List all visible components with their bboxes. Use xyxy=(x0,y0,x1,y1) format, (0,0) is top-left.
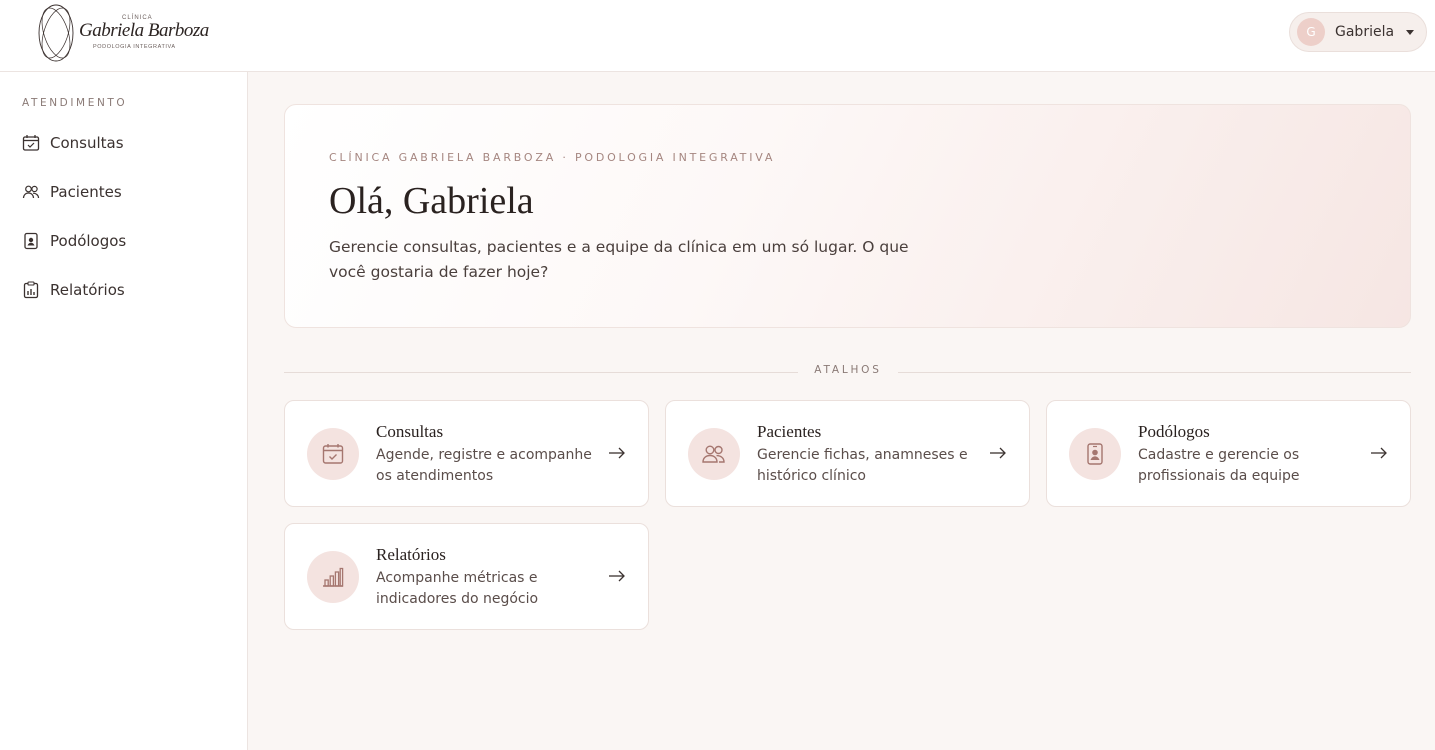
report-icon xyxy=(22,281,40,299)
users-icon xyxy=(22,183,40,201)
sidebar: ATENDIMENTO Consultas Pacientes Podólogo… xyxy=(0,72,248,750)
sidebar-item-label: Podólogos xyxy=(50,232,127,250)
id-badge-icon xyxy=(1087,443,1103,465)
user-name: Gabriela xyxy=(1335,24,1395,40)
shortcut-card-podologos[interactable]: Podólogos Cadastre e gerencie os profiss… xyxy=(1046,400,1411,507)
clinic-logo[interactable]: CLÍNICA Gabriela Barboza PODOLOGIA INTEG… xyxy=(36,2,209,64)
calendar-check-icon xyxy=(322,444,344,464)
shortcut-card-consultas[interactable]: Consultas Agende, registre e acompanhe o… xyxy=(284,400,649,507)
caret-down-icon xyxy=(1406,29,1415,35)
hero-kicker: CLÍNICA GABRIELA BARBOZA · PODOLOGIA INT… xyxy=(329,151,776,164)
logo-brand-text: Gabriela Barboza xyxy=(79,20,209,41)
arrow-right-icon xyxy=(608,568,626,584)
card-icon-badge xyxy=(688,428,740,480)
users-icon xyxy=(702,445,725,463)
main-content: CLÍNICA GABRIELA BARBOZA · PODOLOGIA INT… xyxy=(248,72,1435,750)
card-description: Agende, registre e acompanhe os atendime… xyxy=(376,447,592,484)
id-badge-icon xyxy=(22,232,40,250)
card-description: Acompanhe métricas e indicadores do negó… xyxy=(376,570,539,607)
sidebar-item-label: Relatórios xyxy=(50,281,125,299)
card-title: Relatórios xyxy=(376,545,446,564)
avatar: G xyxy=(1297,18,1325,46)
card-title: Pacientes xyxy=(757,422,822,441)
card-icon-badge xyxy=(1069,428,1121,480)
arrow-right-icon xyxy=(989,445,1007,461)
top-bar: CLÍNICA Gabriela Barboza PODOLOGIA INTEG… xyxy=(0,0,1435,72)
bar-chart-icon xyxy=(323,567,344,587)
card-icon-badge xyxy=(307,551,359,603)
sidebar-item-relatorios[interactable]: Relatórios xyxy=(0,270,247,310)
shortcut-card-relatorios[interactable]: Relatórios Acompanhe métricas e indicado… xyxy=(284,523,649,630)
logo-emblem-icon xyxy=(38,4,74,62)
card-title: Podólogos xyxy=(1138,422,1210,441)
shortcuts-label: ATALHOS xyxy=(798,364,898,376)
card-icon-badge xyxy=(307,428,359,480)
arrow-right-icon xyxy=(1370,445,1388,461)
hero-description: Gerencie consultas, pacientes e a equipe… xyxy=(329,238,909,281)
card-description: Cadastre e gerencie os profissionais da … xyxy=(1138,447,1300,484)
sidebar-section-label: ATENDIMENTO xyxy=(22,97,128,109)
arrow-right-icon xyxy=(608,445,626,461)
card-title: Consultas xyxy=(376,422,444,441)
sidebar-item-label: Pacientes xyxy=(50,183,122,201)
sidebar-item-label: Consultas xyxy=(50,134,124,152)
card-description: Gerencie fichas, anamneses e histórico c… xyxy=(757,447,968,484)
sidebar-item-pacientes[interactable]: Pacientes xyxy=(0,172,247,212)
page-title: Olá, Gabriela xyxy=(329,180,534,222)
logo-subtitle-text: PODOLOGIA INTEGRATIVA xyxy=(93,44,176,50)
shortcut-card-pacientes[interactable]: Pacientes Gerencie fichas, anamneses e h… xyxy=(665,400,1030,507)
sidebar-item-podologos[interactable]: Podólogos xyxy=(0,221,247,261)
sidebar-item-consultas[interactable]: Consultas xyxy=(0,123,247,163)
user-menu-button[interactable]: G Gabriela xyxy=(1289,12,1427,52)
welcome-hero: CLÍNICA GABRIELA BARBOZA · PODOLOGIA INT… xyxy=(284,104,1411,328)
calendar-check-icon xyxy=(22,134,40,152)
